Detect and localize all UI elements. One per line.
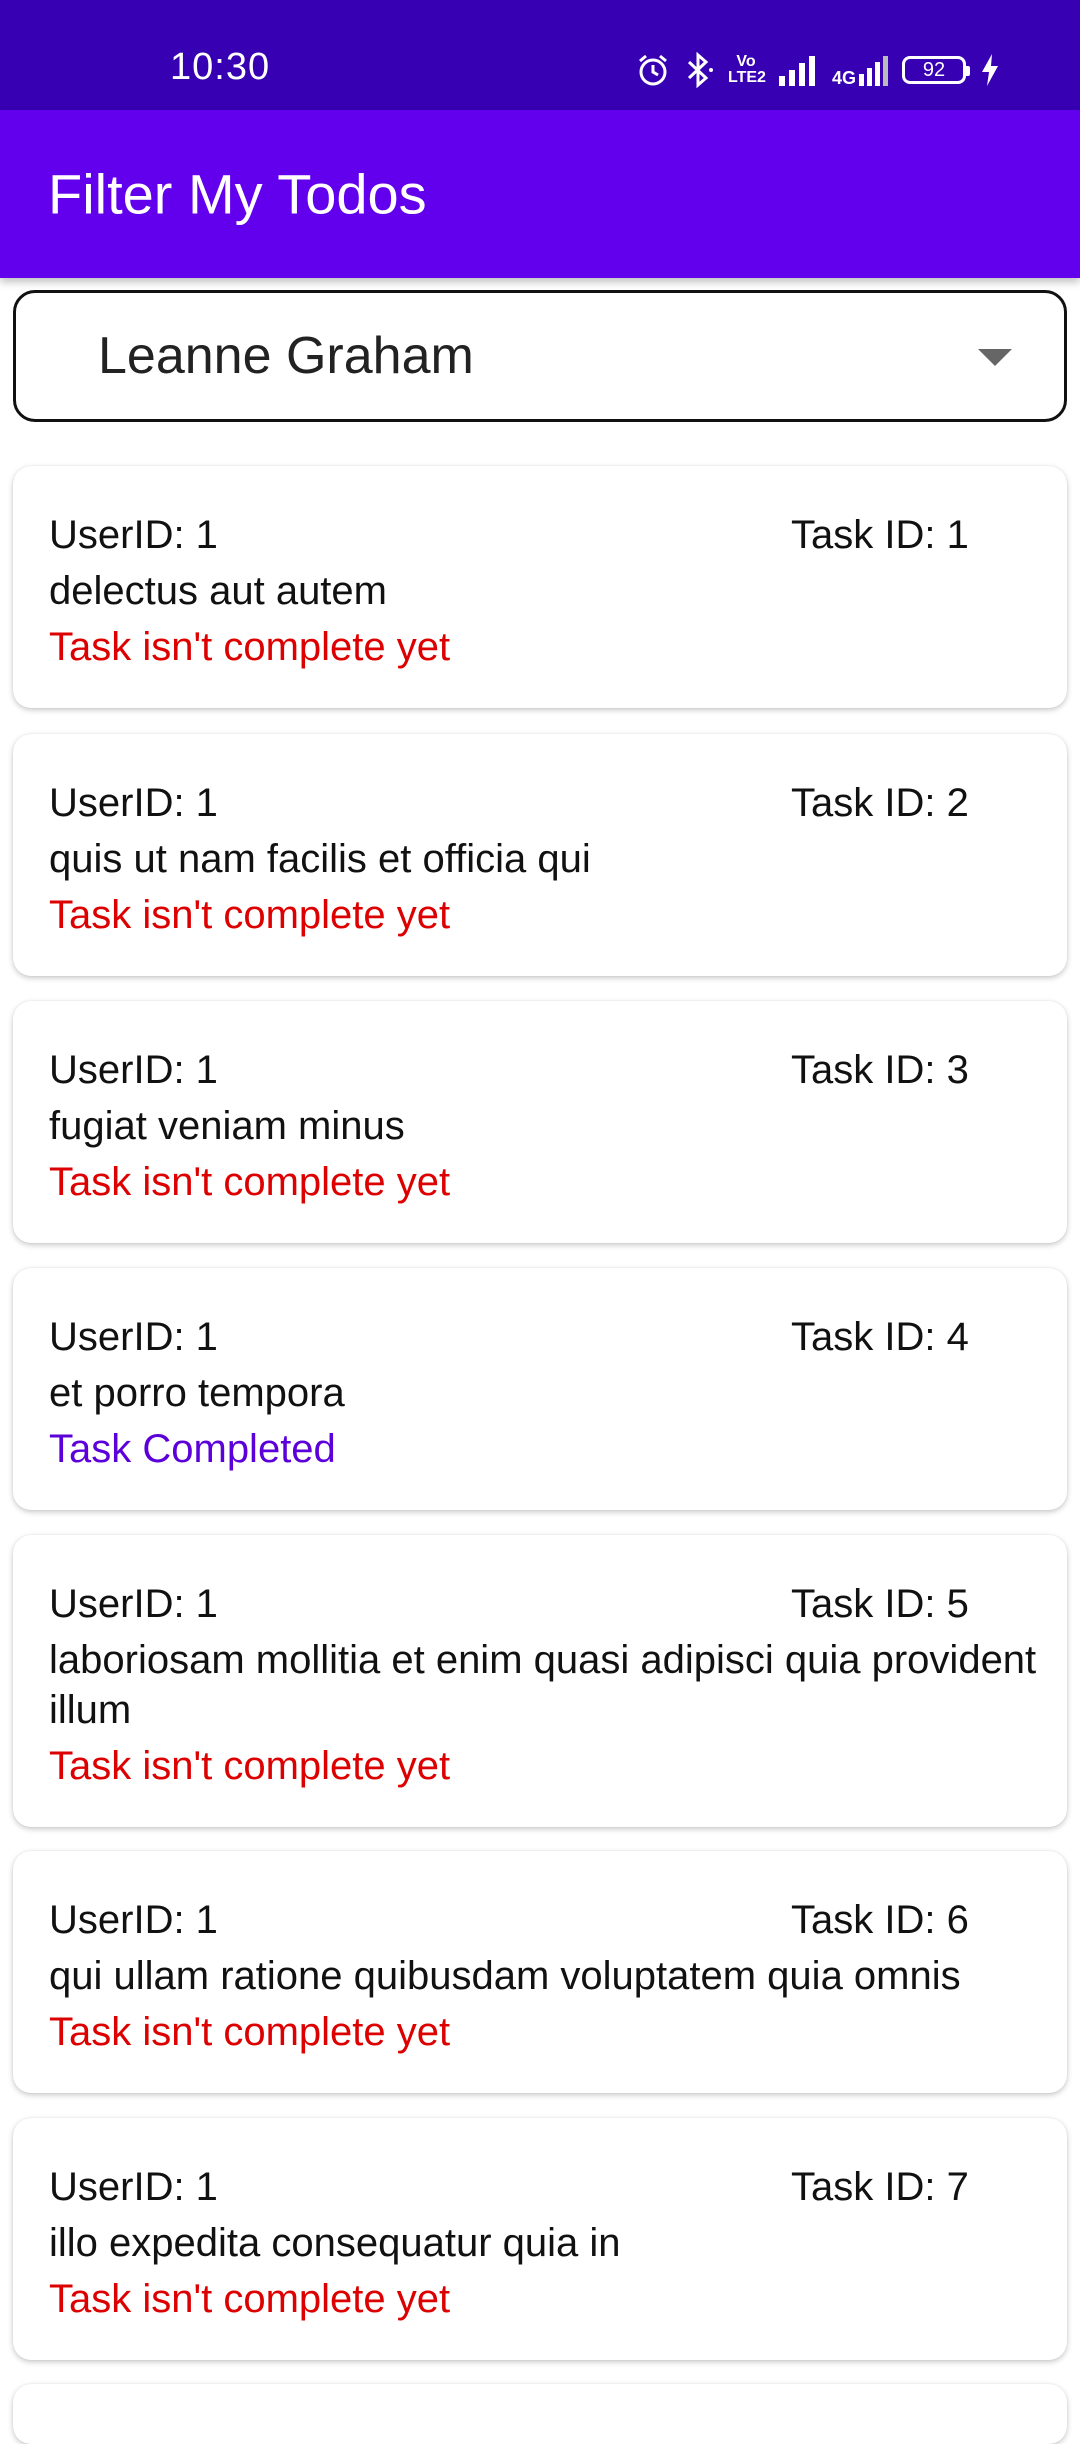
alarm-icon	[636, 53, 670, 87]
battery-level: 92	[922, 58, 946, 81]
task-id-label: Task ID: 5	[791, 1582, 969, 1626]
user-id-label: UserID: 1	[49, 1048, 218, 1092]
caret-down-icon	[978, 349, 1012, 366]
todo-title: quis ut nam facilis et officia qui	[49, 837, 591, 881]
todo-status: Task isn't complete yet	[49, 1744, 451, 1788]
todo-status: Task isn't complete yet	[49, 1160, 451, 1204]
todo-card[interactable]: UserID: 1 Task ID: 5 laboriosam mollitia…	[13, 1535, 1067, 1827]
app-bar: Filter My Todos	[0, 110, 1080, 278]
todo-card[interactable]: UserID: 1 Task ID: 3 fugiat veniam minus…	[13, 1001, 1067, 1243]
todo-title: laboriosam mollitia et enim quasi adipis…	[49, 1638, 1037, 1732]
task-id-label: Task ID: 1	[791, 513, 969, 557]
todo-title: et porro tempora	[49, 1371, 345, 1415]
todo-title: qui ullam ratione quibusdam voluptatem q…	[49, 1954, 961, 1998]
user-id-label: UserID: 1	[49, 1582, 218, 1626]
user-id-label: UserID: 1	[49, 1315, 218, 1359]
todo-status: Task isn't complete yet	[49, 2010, 451, 2054]
status-icons: Vo LTE2 4G 92	[636, 50, 1000, 90]
page-title: Filter My Todos	[48, 162, 427, 226]
signal-icon	[778, 54, 818, 86]
task-id-label: Task ID: 3	[791, 1048, 969, 1092]
user-id-label: UserID: 1	[49, 1898, 218, 1942]
todo-card[interactable]: UserID: 1 Task ID: 7 illo expedita conse…	[13, 2118, 1067, 2360]
task-id-label: Task ID: 2	[791, 781, 969, 825]
todo-status: Task Completed	[49, 1427, 336, 1471]
todo-card[interactable]: UserID: 1 Task ID: 6 qui ullam ratione q…	[13, 1851, 1067, 2093]
todo-status: Task isn't complete yet	[49, 893, 451, 937]
todo-card[interactable]: UserID: 1 Task ID: 1 delectus aut autem …	[13, 466, 1067, 708]
todo-title: fugiat veniam minus	[49, 1104, 405, 1148]
todo-card[interactable]: UserID: 1 Task ID: 2 quis ut nam facilis…	[13, 734, 1067, 976]
status-time: 10:30	[170, 46, 271, 88]
todo-card-partial[interactable]	[13, 2384, 1067, 2444]
task-id-label: Task ID: 6	[791, 1898, 969, 1942]
todo-title: illo expedita consequatur quia in	[49, 2221, 621, 2265]
battery-icon: 92	[902, 56, 970, 84]
user-id-label: UserID: 1	[49, 781, 218, 825]
bluetooth-icon	[684, 52, 714, 88]
volte-icon: Vo LTE2	[727, 53, 766, 86]
user-id-label: UserID: 1	[49, 2165, 218, 2209]
charging-icon	[980, 53, 1000, 87]
dropdown-selected-value: Leanne Graham	[98, 327, 474, 385]
todo-card[interactable]: UserID: 1 Task ID: 4 et porro tempora Ta…	[13, 1268, 1067, 1510]
task-id-label: Task ID: 7	[791, 2165, 969, 2209]
todo-title: delectus aut autem	[49, 569, 387, 613]
user-select-dropdown[interactable]: Leanne Graham	[13, 290, 1067, 422]
task-id-label: Task ID: 4	[791, 1315, 969, 1359]
todo-status: Task isn't complete yet	[49, 625, 451, 669]
network-4g-icon: 4G	[832, 54, 888, 87]
todo-status: Task isn't complete yet	[49, 2277, 451, 2321]
status-bar: 10:30 Vo LTE2 4G 92	[0, 0, 1080, 110]
user-id-label: UserID: 1	[49, 513, 218, 557]
